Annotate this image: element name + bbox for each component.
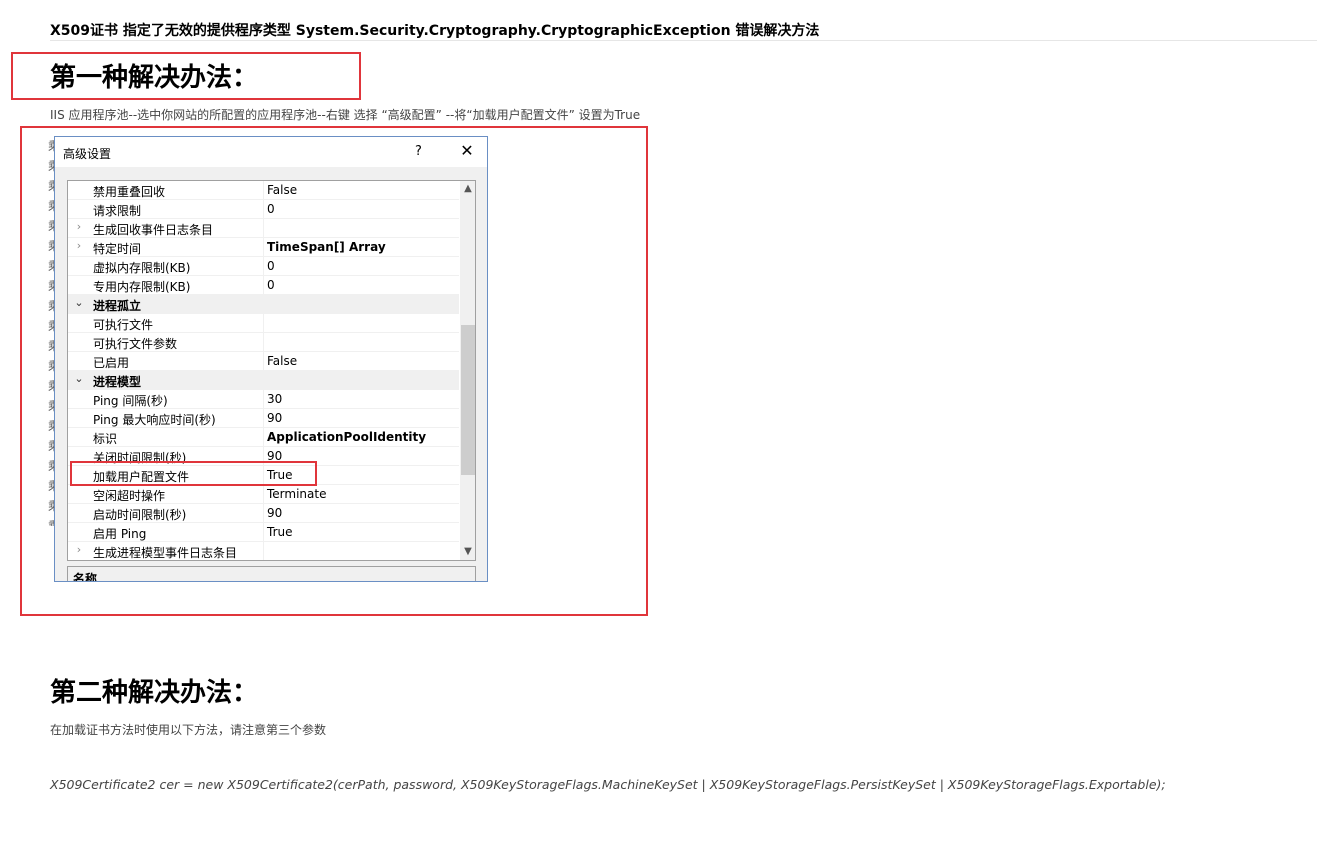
column-separator: [263, 257, 264, 276]
column-separator: [263, 542, 264, 560]
property-name: Ping 间隔(秒): [93, 394, 168, 408]
expand-chevron-icon[interactable]: ›: [72, 239, 86, 252]
code-snippet: X509Certificate2 cer = new X509Certifica…: [50, 777, 1166, 792]
column-separator: [263, 276, 264, 295]
property-name: 可执行文件参数: [93, 337, 178, 351]
property-name: 可执行文件: [93, 318, 154, 332]
vertical-scrollbar[interactable]: ▲ ▼: [460, 181, 475, 560]
description-pane: 名称: [67, 566, 476, 582]
property-category-row[interactable]: ⌄ 进程孤立: [68, 295, 459, 314]
page-title: X509证书 指定了无效的提供程序类型 System.Security.Cryp…: [50, 23, 820, 39]
property-name: 生成回收事件日志条目: [93, 223, 214, 237]
section2-heading: 第二种解决办法：: [50, 678, 259, 708]
close-icon[interactable]: ✕: [457, 141, 477, 161]
property-value[interactable]: 30: [267, 392, 282, 406]
property-value[interactable]: 0: [267, 202, 275, 216]
property-category-row[interactable]: ⌄ 进程模型: [68, 371, 459, 390]
collapse-chevron-icon[interactable]: ⌄: [72, 372, 86, 385]
section2-text: 在加载证书方法时使用以下方法，请注意第三个参数: [50, 723, 327, 737]
advanced-settings-dialog: 高级设置 ? ✕ 禁用重叠回收 False 请求限制 0 › 生成回收事件日志条目 › 特定时…: [54, 136, 488, 582]
scrollbar-thumb[interactable]: [461, 325, 475, 475]
scroll-down-icon[interactable]: ▼: [460, 544, 475, 560]
property-value[interactable]: ApplicationPoolIdentity: [267, 430, 426, 444]
property-row[interactable]: › 生成回收事件日志条目: [68, 219, 459, 238]
property-row[interactable]: 标识 ApplicationPoolIdentity: [68, 428, 459, 447]
property-name: Ping 最大响应时间(秒): [93, 413, 216, 427]
property-row[interactable]: 启用 Ping True: [68, 523, 459, 542]
dialog-title: 高级设置: [63, 147, 112, 161]
property-row[interactable]: 请求限制 0: [68, 200, 459, 219]
column-separator: [263, 485, 264, 504]
property-name: 特定时间: [93, 242, 142, 256]
property-name: 已启用: [93, 356, 130, 370]
column-separator: [263, 333, 264, 352]
property-name: 标识: [93, 432, 118, 446]
column-separator: [263, 409, 264, 428]
column-separator: [263, 181, 264, 200]
section1-heading: 第一种解决办法：: [50, 63, 259, 93]
expand-chevron-icon[interactable]: ›: [72, 543, 86, 556]
property-value[interactable]: False: [267, 354, 297, 368]
property-value[interactable]: 90: [267, 506, 282, 520]
property-row[interactable]: › 特定时间 TimeSpan[] Array: [68, 238, 459, 257]
property-row[interactable]: 启动时间限制(秒) 90: [68, 504, 459, 523]
description-title: 名称: [73, 572, 98, 582]
property-row[interactable]: › 生成进程模型事件日志条目: [68, 542, 459, 560]
column-separator: [263, 504, 264, 523]
property-row[interactable]: Ping 间隔(秒) 30: [68, 390, 459, 409]
property-name: 专用内存限制(KB): [93, 280, 191, 294]
property-name: 禁用重叠回收: [93, 185, 166, 199]
help-icon[interactable]: ?: [415, 144, 422, 159]
property-row[interactable]: 可执行文件参数: [68, 333, 459, 352]
property-name: 启动时间限制(秒): [93, 508, 187, 522]
property-row[interactable]: 已启用 False: [68, 352, 459, 371]
property-name: 虚拟内存限制(KB): [93, 261, 191, 275]
property-row[interactable]: Ping 最大响应时间(秒) 90: [68, 409, 459, 428]
dialog-titlebar: 高级设置 ? ✕: [55, 137, 487, 167]
column-separator: [263, 238, 264, 257]
property-row[interactable]: 专用内存限制(KB) 0: [68, 276, 459, 295]
property-row[interactable]: 空闲超时操作 Terminate: [68, 485, 459, 504]
property-grid[interactable]: 禁用重叠回收 False 请求限制 0 › 生成回收事件日志条目 › 特定时间 TimeSpan…: [67, 180, 476, 561]
title-divider: [50, 40, 1317, 41]
scroll-up-icon[interactable]: ▲: [460, 181, 475, 197]
property-value[interactable]: TimeSpan[] Array: [267, 240, 386, 254]
column-separator: [263, 428, 264, 447]
property-name: 进程孤立: [93, 299, 142, 313]
property-name: 生成进程模型事件日志条目: [93, 546, 238, 560]
column-separator: [263, 523, 264, 542]
column-separator: [263, 352, 264, 371]
column-separator: [263, 219, 264, 238]
property-value[interactable]: 0: [267, 259, 275, 273]
section1-text: IIS 应用程序池--选中你网站的所配置的应用程序池--右键 选择 “高级配置”…: [50, 108, 641, 122]
property-name: 进程模型: [93, 375, 142, 389]
expand-chevron-icon[interactable]: ›: [72, 220, 86, 233]
property-value[interactable]: 90: [267, 411, 282, 425]
property-name: 启用 Ping: [93, 527, 147, 541]
property-value[interactable]: True: [267, 525, 293, 539]
property-grid-rows: 禁用重叠回收 False 请求限制 0 › 生成回收事件日志条目 › 特定时间 TimeSpan…: [68, 181, 459, 560]
collapse-chevron-icon[interactable]: ⌄: [72, 296, 86, 309]
load-user-profile-highlight-box: [70, 461, 317, 486]
column-separator: [263, 314, 264, 333]
property-value[interactable]: Terminate: [267, 487, 326, 501]
property-value[interactable]: False: [267, 183, 297, 197]
property-row[interactable]: 禁用重叠回收 False: [68, 181, 459, 200]
column-separator: [263, 390, 264, 409]
column-separator: [263, 200, 264, 219]
property-name: 空闲超时操作: [93, 489, 166, 503]
property-row[interactable]: 虚拟内存限制(KB) 0: [68, 257, 459, 276]
property-row[interactable]: 可执行文件: [68, 314, 459, 333]
property-value[interactable]: 0: [267, 278, 275, 292]
property-name: 请求限制: [93, 204, 142, 218]
